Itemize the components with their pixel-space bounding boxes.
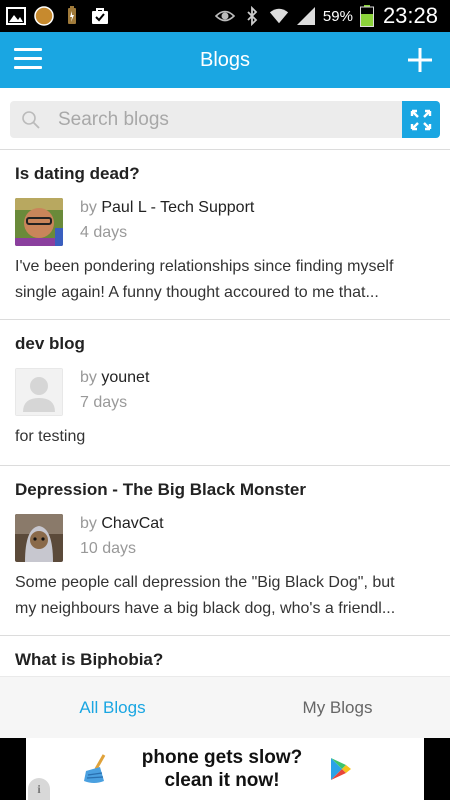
expand-arrows-icon (410, 109, 432, 130)
bag-check-icon (92, 8, 108, 24)
bottom-tabs: All Blogs My Blogs (0, 676, 450, 738)
expand-button[interactable] (402, 101, 440, 138)
blog-list: Is dating dead? by Paul L - Tech Support… (0, 150, 450, 676)
search-icon (22, 110, 40, 129)
app-bar: Blogs (0, 32, 450, 88)
clock: 23:28 (382, 3, 438, 28)
avatar[interactable] (15, 368, 63, 416)
post-age: 10 days (80, 540, 137, 557)
ad-bar: i phone gets slow? clean it now! (0, 738, 450, 800)
post-title[interactable]: dev blog (15, 334, 435, 358)
ad-info-icon[interactable]: i (28, 778, 50, 800)
tab-all-blogs[interactable]: All Blogs (0, 677, 225, 738)
by-label: by (80, 369, 97, 386)
post-title[interactable]: Depression - The Big Black Monster (15, 480, 435, 504)
circle-app-icon (34, 6, 54, 26)
search-box (10, 101, 402, 138)
eye-icon (214, 10, 235, 22)
play-store-icon (331, 758, 351, 780)
hamburger-menu-icon[interactable] (14, 48, 42, 72)
gallery-icon (6, 7, 26, 25)
post-excerpt: single again! A funny thought accoured t… (15, 284, 379, 301)
author-name[interactable]: ChavCat (101, 515, 163, 532)
post-age: 7 days (80, 394, 128, 411)
post-title[interactable]: Is dating dead? (15, 164, 435, 188)
list-item[interactable]: Is dating dead? by Paul L - Tech Support… (0, 150, 450, 320)
list-item[interactable]: dev blog by younet 7 days for testing (0, 320, 450, 466)
by-label: by (80, 199, 97, 216)
avatar[interactable] (15, 514, 63, 562)
post-excerpt: for testing (15, 428, 86, 445)
post-excerpt: my neighbours have a big black dog, who'… (15, 600, 396, 617)
ad-banner[interactable]: i phone gets slow? clean it now! (26, 738, 424, 800)
battery-saver-icon (68, 6, 76, 24)
battery-icon (359, 5, 374, 27)
page-title: Blogs (199, 48, 251, 71)
status-bar: 59% 23:28 (0, 0, 450, 32)
ad-line-2: clean it now! (164, 770, 280, 791)
post-title[interactable]: What is Biphobia? (15, 650, 435, 674)
post-age: 4 days (80, 224, 128, 241)
search-input[interactable] (58, 108, 358, 131)
list-item[interactable]: What is Biphobia? (0, 636, 450, 676)
broom-icon (84, 754, 106, 783)
plus-icon[interactable] (400, 40, 440, 80)
battery-percent: 59% (322, 7, 353, 25)
author-name[interactable]: younet (101, 369, 149, 386)
list-item[interactable]: Depression - The Big Black Monster by Ch… (0, 466, 450, 636)
signal-icon (296, 7, 315, 25)
bluetooth-icon (247, 6, 258, 26)
by-label: by (80, 515, 97, 532)
ad-line-1: phone gets slow? (141, 747, 303, 768)
author-name[interactable]: Paul L - Tech Support (101, 199, 254, 216)
search-row (0, 88, 450, 150)
avatar[interactable] (15, 198, 63, 246)
tab-my-blogs[interactable]: My Blogs (225, 677, 450, 738)
post-excerpt: Some people call depression the "Big Bla… (15, 574, 395, 591)
ad-text: phone gets slow? clean it now! (132, 746, 312, 792)
wifi-icon (269, 8, 288, 24)
post-excerpt: I've been pondering relationships since … (15, 258, 394, 275)
